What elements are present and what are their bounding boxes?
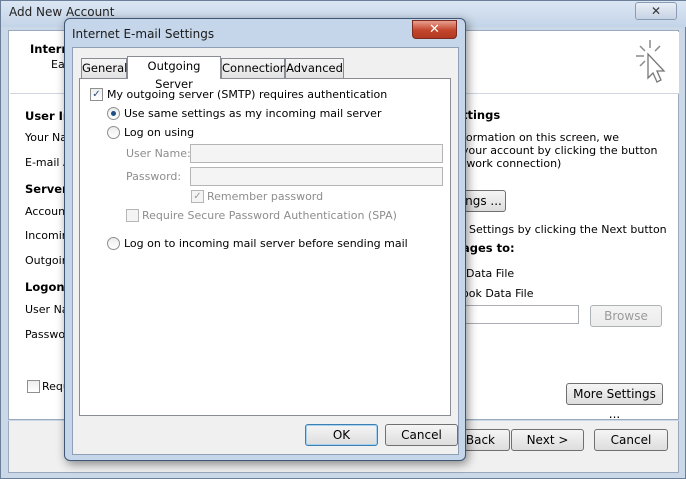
log-on-using-radio[interactable] (107, 126, 120, 139)
tab-connection[interactable]: Connection (221, 58, 287, 78)
checkmark-icon: ✓ (193, 191, 202, 202)
dialog-cancel-button[interactable]: Cancel (385, 424, 458, 446)
remember-password-checkbox[interactable]: ✓ (191, 190, 204, 203)
test-info-line3: twork connection) (462, 157, 562, 170)
dialog-body: General Outgoing Server Connection Advan… (72, 47, 459, 455)
next-button[interactable]: Next > (511, 429, 584, 451)
window-title: Add New Account (9, 5, 115, 19)
internet-email-settings-dialog: Internet E-mail Settings ✕ General Outgo… (64, 18, 466, 461)
next-button-hint: Settings by clicking the Next button (469, 223, 667, 236)
tab-general[interactable]: General (81, 58, 127, 78)
log-on-using-label: Log on using (124, 126, 195, 139)
wizard-header-subtitle: Ea (51, 58, 65, 71)
spa-checkbox[interactable] (126, 209, 139, 222)
new-data-file-option[interactable]: Data File (466, 267, 514, 280)
close-icon: ✕ (650, 4, 662, 18)
spa-label: Require Secure Password Authentication (… (142, 209, 397, 222)
user-name-field[interactable] (190, 144, 443, 163)
remember-password-label: Remember password (207, 190, 324, 203)
cursor-sparkle-icon (636, 40, 666, 83)
close-icon: ✕ (429, 22, 440, 37)
password-label: Password: (126, 170, 182, 183)
your-name-label: Your Na (25, 131, 67, 144)
existing-data-file-option[interactable]: ook Data File (462, 287, 534, 300)
cancel-button[interactable]: Cancel (594, 429, 668, 451)
browse-button[interactable]: Browse (590, 305, 662, 327)
window-close-button[interactable]: ✕ (635, 2, 677, 20)
password-label: Passwo (25, 328, 66, 341)
dialog-title: Internet E-mail Settings (72, 27, 215, 41)
more-settings-button[interactable]: More Settings ... (566, 383, 663, 421)
outgoing-server-label: Outgoin (25, 254, 69, 267)
test-info-line1: formation on this screen, we (462, 131, 620, 144)
log-on-incoming-radio[interactable] (107, 237, 120, 250)
ok-button[interactable]: OK (305, 424, 378, 446)
data-file-path-field[interactable] (454, 305, 579, 324)
dialog-close-button[interactable]: ✕ (412, 20, 457, 39)
deliver-messages-heading: ages to: (462, 241, 515, 255)
test-settings-heading: ttings (462, 108, 501, 122)
account-type-label: Account (25, 205, 70, 218)
tab-advanced[interactable]: Advanced (285, 58, 344, 78)
use-same-settings-label: Use same settings as my incoming mail se… (124, 107, 382, 120)
log-on-incoming-label: Log on to incoming mail server before se… (124, 237, 408, 250)
require-spa-checkbox[interactable] (27, 380, 40, 393)
test-info-line2: your account by clicking the button (462, 144, 658, 157)
user-name-label: User Name: (126, 147, 191, 160)
smtp-auth-checkbox[interactable]: ✓ (90, 88, 103, 101)
user-name-label: User Na (25, 303, 69, 316)
tab-outgoing-server[interactable]: Outgoing Server (127, 56, 221, 91)
password-field[interactable] (190, 167, 443, 186)
smtp-auth-label: My outgoing server (SMTP) requires authe… (107, 88, 388, 101)
use-same-settings-radio[interactable] (107, 107, 120, 120)
outgoing-server-panel: ✓ My outgoing server (SMTP) requires aut… (79, 78, 451, 416)
radio-selected-dot (111, 111, 116, 116)
checkmark-icon: ✓ (92, 89, 101, 100)
